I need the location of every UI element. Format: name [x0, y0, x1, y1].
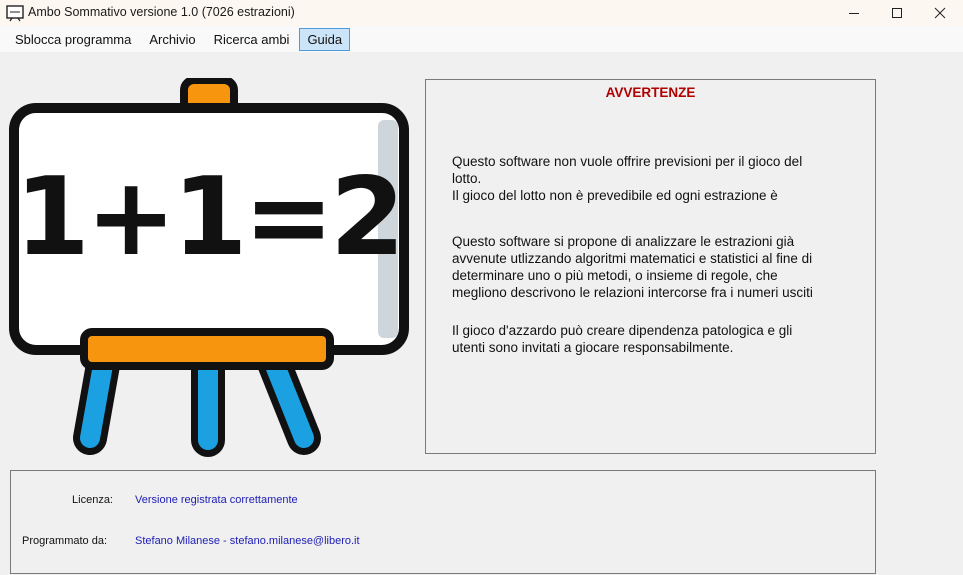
- author-value: Stefano Milanese - stefano.milanese@libe…: [135, 535, 360, 547]
- board-equation: 1+1=2: [15, 155, 401, 280]
- warnings-panel: AVVERTENZE Questo software non vuole off…: [425, 79, 876, 454]
- warning-paragraph-3: Il gioco d'azzardo può creare dipendenza…: [452, 323, 793, 355]
- close-button[interactable]: [917, 0, 963, 26]
- menu-guida[interactable]: Guida: [299, 27, 351, 51]
- app-icon: [6, 5, 24, 22]
- window-title: Ambo Sommativo versione 1.0 (7026 estraz…: [28, 5, 295, 19]
- maximize-icon: [892, 8, 902, 18]
- minimize-icon: [849, 13, 859, 14]
- maximize-button[interactable]: [874, 0, 920, 26]
- minimize-button[interactable]: [831, 0, 877, 26]
- menu-ricerca-ambi[interactable]: Ricerca ambi: [206, 28, 298, 51]
- warnings-title: AVVERTENZE: [605, 85, 696, 100]
- whiteboard-illustration: 1+1=2: [9, 78, 409, 457]
- warning-paragraph-2: Questo software si propone di analizzare…: [452, 234, 813, 300]
- info-panel: Licenza: Versione registrata correttamen…: [10, 470, 876, 574]
- license-value: Versione registrata correttamente: [135, 494, 298, 506]
- menu-sblocca-programma[interactable]: Sblocca programma: [7, 28, 139, 51]
- title-bar: Ambo Sommativo versione 1.0 (7026 estraz…: [0, 0, 963, 26]
- license-label: Licenza:: [72, 494, 113, 506]
- menu-archivio[interactable]: Archivio: [141, 28, 203, 51]
- board-tray: [80, 328, 334, 370]
- menu-bar: Sblocca programma Archivio Ricerca ambi …: [0, 26, 963, 52]
- warning-paragraph-1: Questo software non vuole offrire previs…: [452, 154, 803, 203]
- author-label: Programmato da:: [22, 535, 107, 547]
- close-icon: [934, 7, 946, 19]
